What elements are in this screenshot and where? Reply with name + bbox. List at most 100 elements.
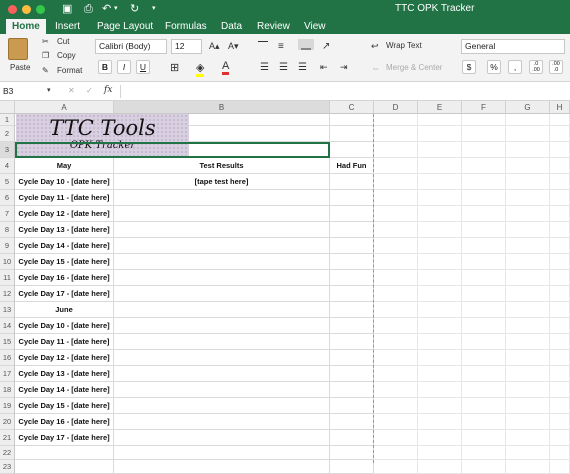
had-fun-cell[interactable] [330,350,374,366]
fill-color-icon[interactable]: ◈ [196,61,205,77]
cell[interactable] [462,286,506,302]
tab-data[interactable]: Data [215,19,248,34]
cell[interactable] [506,398,550,414]
align-right-icon[interactable]: ☰ [298,62,307,73]
currency-button[interactable]: $ [462,60,476,74]
increase-indent-icon[interactable]: ⇥ [340,62,348,73]
cell[interactable] [550,174,570,190]
cell[interactable] [550,350,570,366]
row-header[interactable]: 6 [0,190,15,206]
cell[interactable] [418,254,462,270]
copy-icon[interactable]: ❐ [42,51,49,60]
column-header-e[interactable]: E [418,101,462,114]
name-box[interactable]: B3 [3,85,51,98]
cycle-day-cell[interactable]: Cycle Day 15 - [date here] [15,398,114,414]
had-fun-cell[interactable] [330,270,374,286]
cell[interactable] [550,222,570,238]
had-fun-cell[interactable] [330,334,374,350]
had-fun-cell[interactable] [330,238,374,254]
had-fun-cell[interactable] [330,302,374,318]
row-header[interactable]: 20 [0,414,15,430]
cell[interactable] [418,114,462,126]
cell[interactable] [506,460,550,474]
cycle-day-cell[interactable]: Cycle Day 14 - [date here] [15,238,114,254]
row-header[interactable]: 13 [0,302,15,318]
select-all-corner[interactable] [0,101,15,114]
cycle-day-cell[interactable]: Cycle Day 16 - [date here] [15,414,114,430]
minimize-window-button[interactable] [22,5,31,14]
cycle-day-cell[interactable]: Cycle Day 11 - [date here] [15,190,114,206]
row-header[interactable]: 16 [0,350,15,366]
cell[interactable] [550,398,570,414]
cell[interactable] [418,446,462,460]
format-painter-icon[interactable]: ✎ [42,66,49,75]
function-icon[interactable]: fx [104,85,112,95]
cycle-day-cell[interactable]: Cycle Day 15 - [date here] [15,254,114,270]
tab-formulas[interactable]: Formulas [159,19,213,34]
row-header[interactable]: 9 [0,238,15,254]
row-header[interactable]: 2 [0,126,15,142]
row-header[interactable]: 5 [0,174,15,190]
cell[interactable] [550,414,570,430]
row-header[interactable]: 3 [0,142,15,158]
cell[interactable] [374,334,418,350]
cycle-day-cell[interactable]: Cycle Day 14 - [date here] [15,382,114,398]
align-top-icon[interactable]: ⎺ [258,41,268,52]
cell[interactable] [418,206,462,222]
test-result-cell[interactable] [114,222,330,238]
cell[interactable] [418,318,462,334]
had-fun-cell[interactable] [330,222,374,238]
had-fun-cell[interactable] [330,318,374,334]
cell[interactable] [374,460,418,474]
test-result-cell[interactable] [114,190,330,206]
cell[interactable] [330,446,374,460]
cell[interactable] [462,446,506,460]
cut-button[interactable]: Cut [57,37,69,46]
had-fun-cell[interactable] [330,254,374,270]
cycle-day-cell[interactable]: Cycle Day 12 - [date here] [15,350,114,366]
cell[interactable] [506,446,550,460]
align-center-icon[interactable]: ☰ [279,62,288,73]
cell[interactable] [462,142,506,158]
cell[interactable] [374,114,418,126]
cell[interactable] [506,114,550,126]
selected-cell-b3[interactable] [15,142,330,158]
cell[interactable] [418,238,462,254]
cell[interactable] [506,286,550,302]
cycle-day-cell[interactable]: Cycle Day 10 - [date here] [15,318,114,334]
had-fun-cell[interactable] [330,398,374,414]
cell[interactable] [462,350,506,366]
cell[interactable] [418,174,462,190]
cell[interactable] [506,414,550,430]
name-box-dropdown-icon[interactable]: ▾ [47,86,51,94]
cell[interactable] [506,142,550,158]
test-result-cell[interactable] [114,430,330,446]
print-icon[interactable]: ⎙ [84,3,93,15]
cell[interactable] [506,222,550,238]
had-fun-cell[interactable] [330,414,374,430]
cell[interactable] [506,126,550,142]
column-header-g[interactable]: G [506,101,550,114]
cell[interactable] [374,286,418,302]
column-header-c[interactable]: C [330,101,374,114]
test-result-cell[interactable] [114,398,330,414]
row-header[interactable]: 11 [0,270,15,286]
cell[interactable] [550,190,570,206]
cell[interactable] [506,382,550,398]
cell[interactable] [418,334,462,350]
confirm-entry-icon[interactable]: ✓ [86,86,93,95]
test-result-cell[interactable] [114,414,330,430]
row-header[interactable]: 14 [0,318,15,334]
row-header[interactable]: 23 [0,460,15,474]
bold-button[interactable]: B [98,60,112,74]
cell[interactable] [506,270,550,286]
cell[interactable] [418,430,462,446]
cell[interactable] [506,254,550,270]
format-painter-button[interactable]: Format [57,66,82,75]
increase-decimal-button[interactable]: .0 .00 [529,60,543,74]
comma-button[interactable]: , [508,60,522,74]
cell[interactable] [114,460,330,474]
save-icon[interactable]: ▣ [62,3,72,15]
customize-toolbar-icon[interactable]: ▾ [152,3,156,15]
cell[interactable] [506,350,550,366]
